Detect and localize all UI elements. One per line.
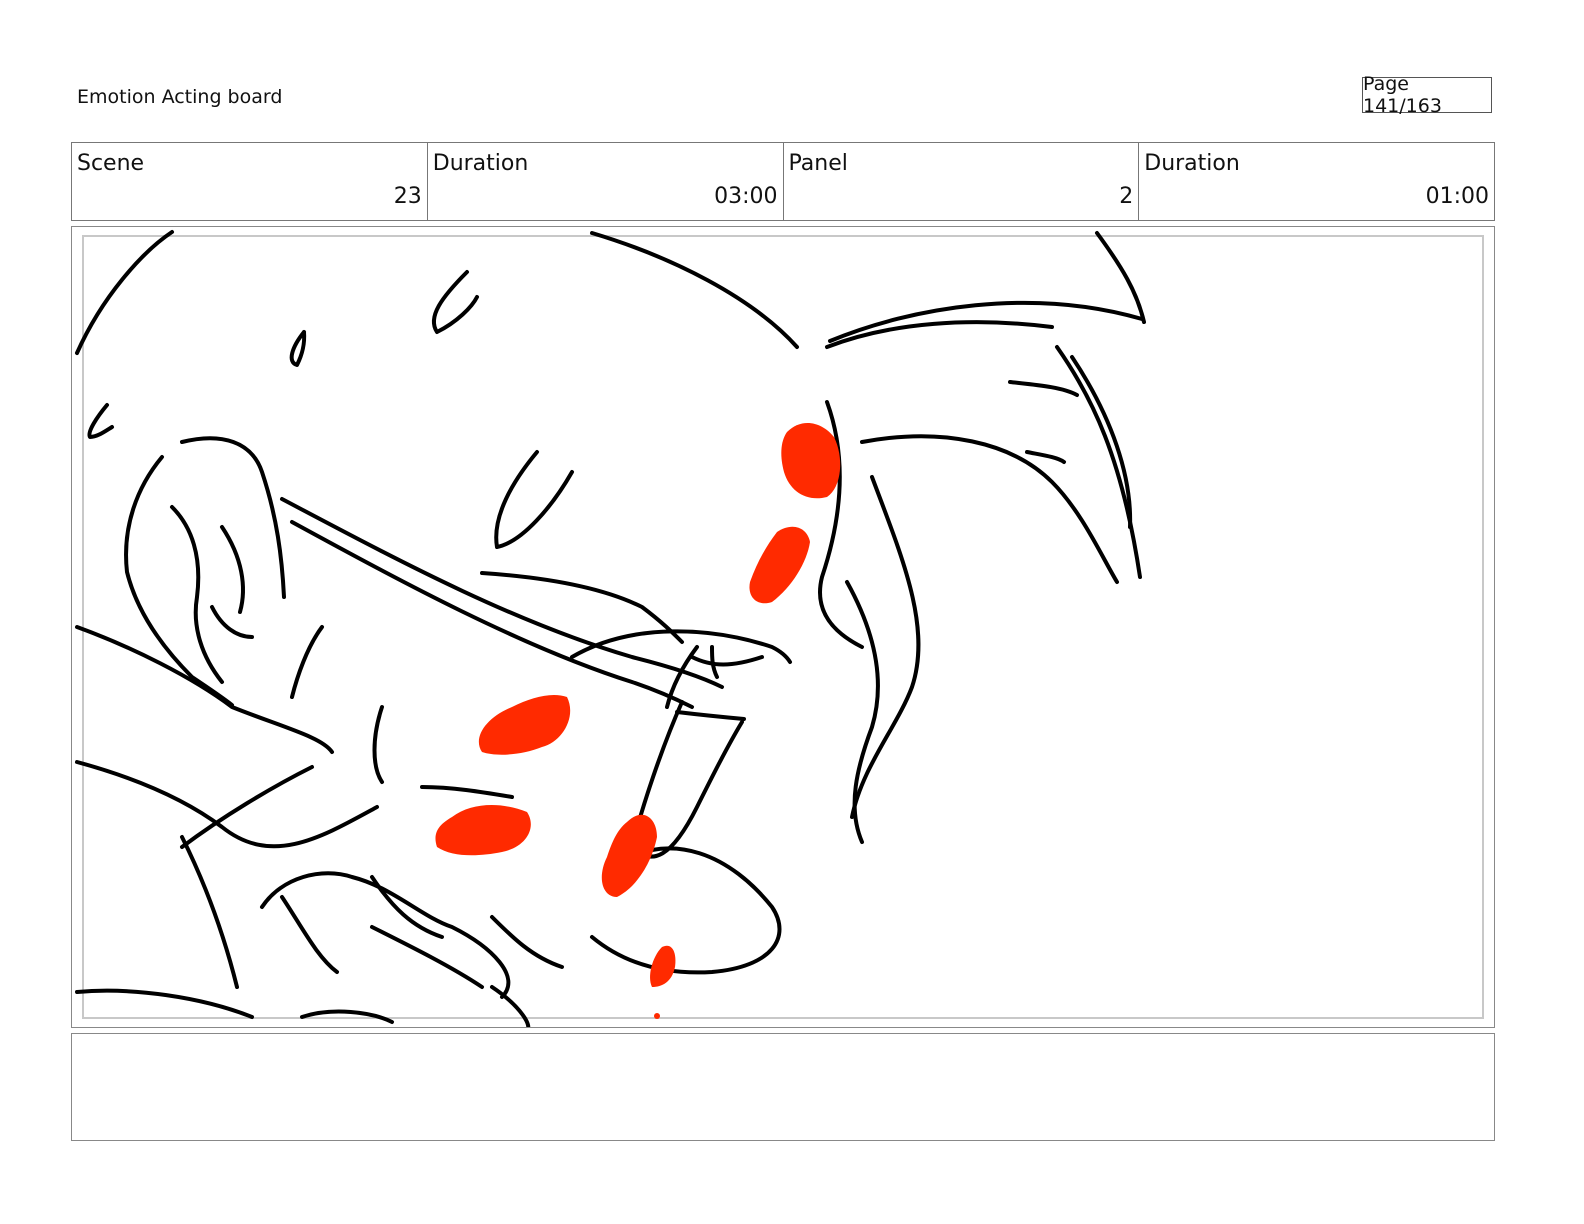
- storyboard-panel: [71, 226, 1495, 1028]
- scene-duration-label: Duration: [432, 151, 529, 176]
- scene-label: Scene: [77, 151, 145, 176]
- panel-duration-label: Duration: [1144, 151, 1240, 176]
- board-title: Emotion Acting board: [77, 86, 283, 108]
- panel-cell: Panel 2: [784, 143, 1140, 220]
- scene-value: 23: [393, 184, 422, 209]
- scene-duration-value: 03:00: [714, 184, 778, 209]
- panel-label: Panel: [788, 151, 848, 176]
- panel-value: 2: [1119, 184, 1134, 209]
- sketch-drawing: [75, 230, 1146, 1027]
- panel-duration-value: 01:00: [1425, 184, 1489, 209]
- panel-info-table: Scene 23 Duration 03:00 Panel 2 Duration…: [71, 142, 1495, 221]
- page-number: Page 141/163: [1362, 73, 1492, 117]
- panel-duration-cell: Duration 01:00: [1139, 143, 1494, 220]
- scene-duration-cell: Duration 03:00: [428, 143, 784, 220]
- panel-notes: [71, 1033, 1495, 1141]
- scene-cell: Scene 23: [72, 143, 428, 220]
